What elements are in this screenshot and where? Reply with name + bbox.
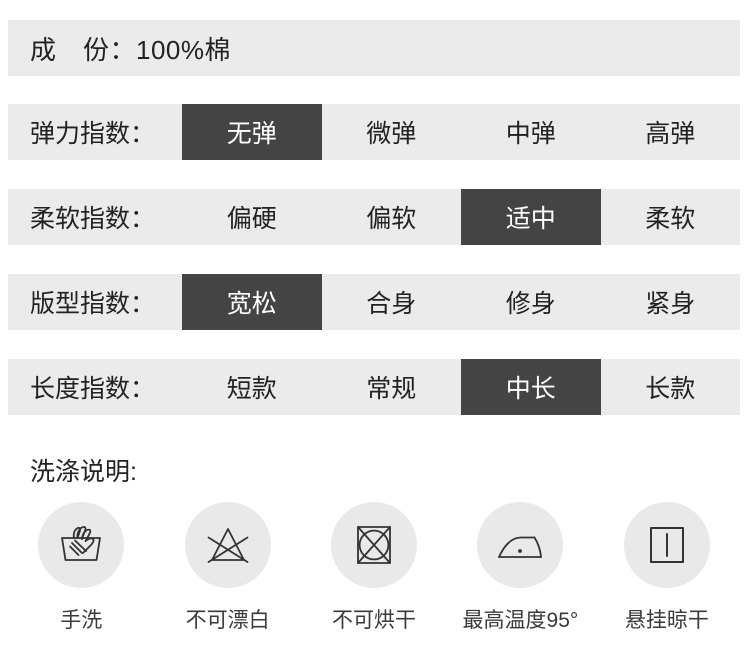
wash-caption-iron-low-heat: 最高温度95° bbox=[462, 609, 579, 632]
option-length-2[interactable]: 中长 bbox=[461, 359, 601, 415]
wash-caption-hand-wash: 手洗 bbox=[60, 609, 103, 632]
wash-caption-do-not-bleach: 不可漂白 bbox=[185, 609, 270, 632]
option-fit-0[interactable]: 宽松 bbox=[182, 274, 322, 330]
index-row-elastic: 弹力指数： 无弹 微弹 中弹 高弹 bbox=[8, 104, 740, 160]
wash-item-do-not-tumble-dry: 不可烘干 bbox=[301, 502, 447, 634]
option-length-0[interactable]: 短款 bbox=[182, 359, 322, 415]
wash-item-do-not-bleach: 不可漂白 bbox=[154, 502, 300, 634]
index-label-elastic: 弹力指数： bbox=[30, 120, 156, 148]
option-elastic-3[interactable]: 高弹 bbox=[601, 104, 741, 160]
composition-row: 成 份：100%棉 bbox=[8, 20, 740, 76]
option-elastic-1[interactable]: 微弹 bbox=[322, 104, 462, 160]
index-row-fit: 版型指数： 宽松 合身 修身 紧身 bbox=[8, 274, 740, 330]
index-label-softness: 柔软指数： bbox=[30, 205, 156, 233]
index-row-length: 长度指数： 短款 常规 中长 长款 bbox=[8, 359, 740, 415]
option-elastic-0[interactable]: 无弹 bbox=[182, 104, 322, 160]
wash-caption-do-not-tumble-dry: 不可烘干 bbox=[332, 609, 417, 632]
hang-to-dry-icon bbox=[623, 502, 710, 588]
hand-wash-icon bbox=[38, 502, 125, 588]
wash-caption-hang-to-dry: 悬挂晾干 bbox=[624, 609, 709, 632]
index-label-length: 长度指数： bbox=[30, 375, 156, 403]
option-elastic-2[interactable]: 中弹 bbox=[461, 104, 601, 160]
wash-item-iron-low-heat: 最高温度95° bbox=[447, 502, 593, 634]
option-softness-1[interactable]: 偏软 bbox=[322, 189, 462, 245]
index-label-fit: 版型指数： bbox=[30, 290, 156, 318]
index-row-softness: 柔软指数： 偏硬 偏软 适中 柔软 bbox=[8, 189, 740, 245]
option-softness-0[interactable]: 偏硬 bbox=[182, 189, 322, 245]
option-length-3[interactable]: 长款 bbox=[601, 359, 741, 415]
option-fit-1[interactable]: 合身 bbox=[322, 274, 462, 330]
do-not-bleach-icon bbox=[184, 502, 271, 588]
option-fit-3[interactable]: 紧身 bbox=[601, 274, 741, 330]
wash-instructions-list: 手洗 不可漂白 不可烘干 最高温度95° 悬挂晾干 bbox=[8, 502, 740, 634]
fabric-care-spec-sheet: 成 份：100%棉 弹力指数： 无弹 微弹 中弹 高弹 柔软指数： 偏硬 偏软 … bbox=[0, 0, 750, 651]
composition-label: 成 份：100%棉 bbox=[30, 34, 231, 65]
option-softness-3[interactable]: 柔软 bbox=[601, 189, 741, 245]
wash-item-hand-wash: 手洗 bbox=[8, 502, 154, 634]
option-fit-2[interactable]: 修身 bbox=[461, 274, 601, 330]
option-softness-2[interactable]: 适中 bbox=[461, 189, 601, 245]
option-length-1[interactable]: 常规 bbox=[322, 359, 462, 415]
do-not-tumble-dry-icon bbox=[331, 502, 418, 588]
wash-instructions-title: 洗涤说明: bbox=[30, 458, 137, 486]
iron-low-heat-icon bbox=[477, 502, 564, 588]
wash-item-hang-to-dry: 悬挂晾干 bbox=[594, 502, 740, 634]
